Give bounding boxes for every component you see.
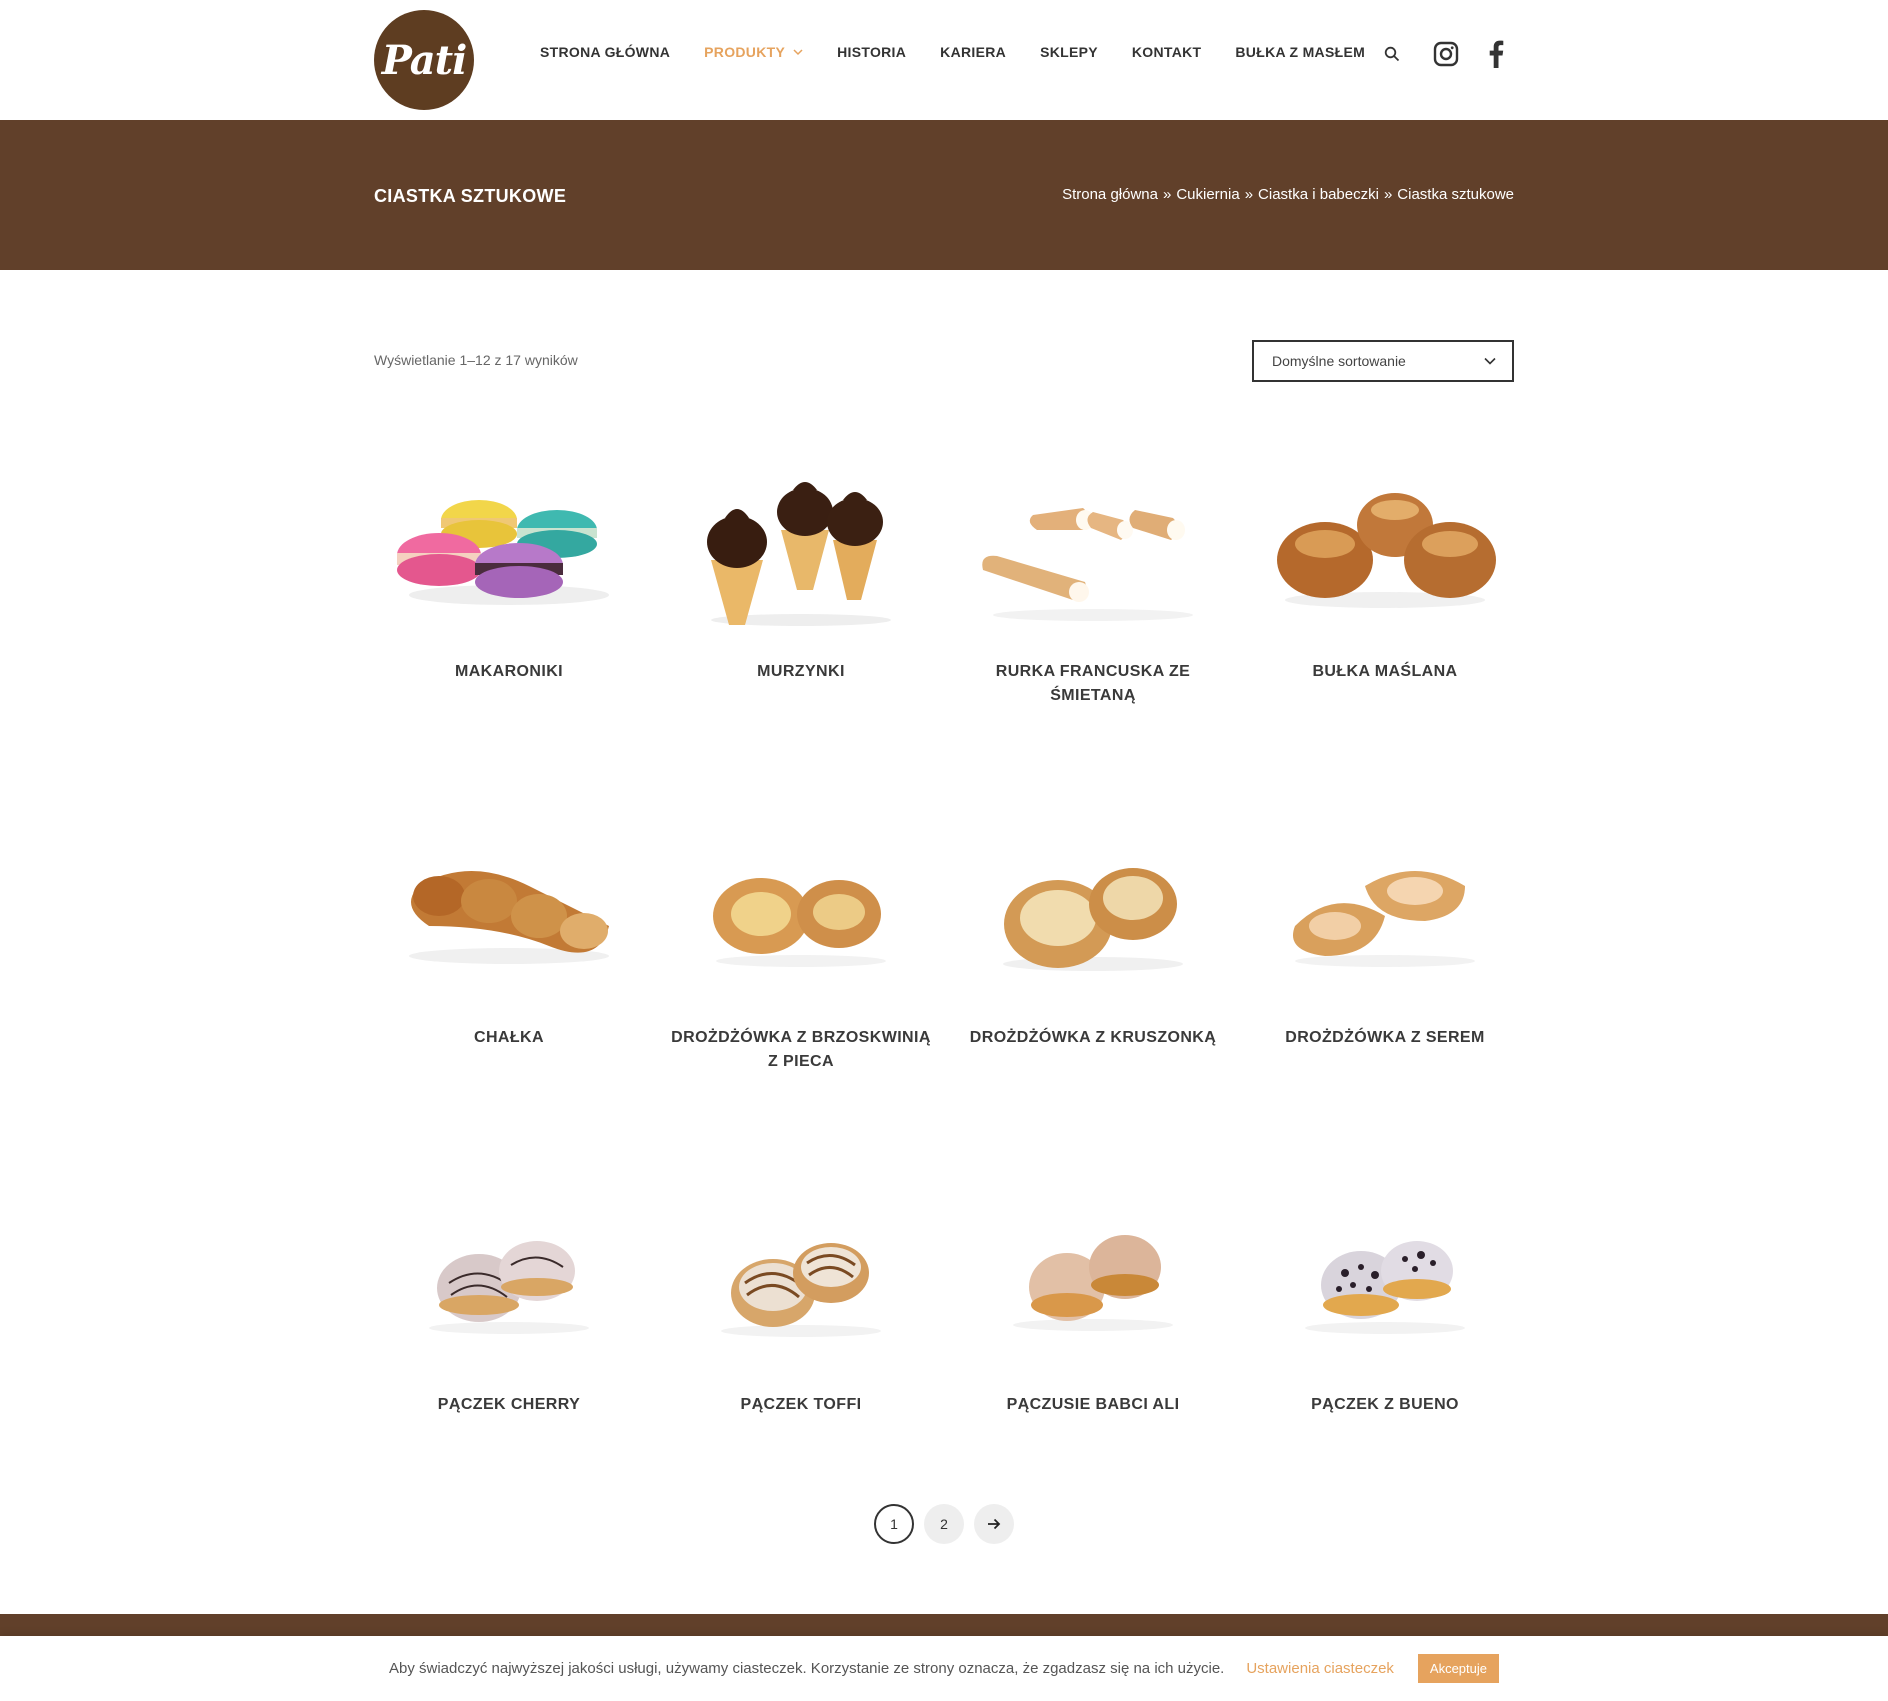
product-image[interactable] — [1250, 430, 1520, 660]
product-image[interactable] — [666, 796, 936, 1026]
product-title[interactable]: PĄCZUSIE BABCI ALI — [958, 1393, 1228, 1417]
site-logo[interactable]: Pati — [374, 10, 474, 110]
cookie-text: Aby świadczyć najwyższej jakości usługi,… — [389, 1660, 1225, 1677]
nav-item-produkty[interactable]: PRODUKTY — [704, 44, 803, 60]
product-image[interactable] — [1250, 1163, 1520, 1393]
chevron-down-icon — [1484, 357, 1496, 365]
product-card[interactable]: MURZYNKI — [666, 430, 936, 684]
nav-label: HISTORIA — [837, 44, 907, 60]
nav-item-strona-glowna[interactable]: STRONA GŁÓWNA — [540, 44, 670, 60]
instagram-icon[interactable] — [1432, 40, 1460, 68]
footer-strip — [0, 1614, 1888, 1636]
arrow-right-icon — [988, 1518, 1001, 1530]
product-image[interactable] — [958, 796, 1228, 1026]
chevron-down-icon — [793, 49, 803, 56]
product-card[interactable]: MAKARONIKI — [374, 430, 644, 684]
product-title[interactable]: MURZYNKI — [666, 660, 936, 684]
nav-label: PRODUKTY — [704, 44, 786, 60]
page-number[interactable]: 2 — [924, 1504, 964, 1544]
product-title[interactable]: MAKARONIKI — [374, 660, 644, 684]
header-icons — [1382, 40, 1506, 68]
product-title[interactable]: DROŻDŻÓWKA Z BRZOSKWINIĄ Z PIECA — [666, 1026, 936, 1074]
facebook-icon[interactable] — [1486, 40, 1506, 68]
product-image[interactable] — [374, 796, 644, 1026]
nav-item-bulka-z-maslem[interactable]: BUŁKA Z MASŁEM — [1235, 44, 1365, 60]
product-card[interactable]: CHAŁKA — [374, 796, 644, 1050]
breadcrumb-link-ciastka-i-babeczki[interactable]: Ciastka i babeczki — [1258, 186, 1379, 203]
pagination: 1 2 — [874, 1504, 1024, 1544]
product-title[interactable]: PĄCZEK Z BUENO — [1250, 1393, 1520, 1417]
cookie-accept-button[interactable]: Akceptuje — [1417, 1654, 1499, 1683]
product-title[interactable]: DROŻDŻÓWKA Z SEREM — [1250, 1026, 1520, 1050]
nav-item-historia[interactable]: HISTORIA — [837, 44, 906, 60]
product-image[interactable] — [1250, 796, 1520, 1026]
nav-item-sklepy[interactable]: SKLEPY — [1040, 44, 1098, 60]
cookie-bar: Aby świadczyć najwyższej jakości usługi,… — [0, 1636, 1888, 1701]
nav-label: KARIERA — [940, 44, 1007, 60]
product-card[interactable]: BUŁKA MAŚLANA — [1250, 430, 1520, 684]
breadcrumb-link-cukiernia[interactable]: Cukiernia — [1176, 186, 1239, 203]
product-image[interactable] — [958, 430, 1228, 660]
cookie-settings-link[interactable]: Ustawienia ciasteczek — [1246, 1660, 1394, 1677]
product-image[interactable] — [374, 430, 644, 660]
nav-label: SKLEPY — [1040, 44, 1098, 60]
page-banner: CIASTKA SZTUKOWE Strona główna » Cukiern… — [0, 120, 1888, 270]
product-image[interactable] — [374, 1163, 644, 1393]
page-number-current[interactable]: 1 — [874, 1504, 914, 1544]
product-image[interactable] — [958, 1163, 1228, 1393]
nav-label: STRONA GŁÓWNA — [540, 44, 671, 60]
result-count: Wyświetlanie 1–12 z 17 wyników — [374, 352, 578, 368]
product-card[interactable]: DROŻDŻÓWKA Z BRZOSKWINIĄ Z PIECA — [666, 796, 936, 1074]
nav-label: KONTAKT — [1131, 44, 1202, 60]
product-card[interactable]: PĄCZEK Z BUENO — [1250, 1163, 1520, 1417]
product-title[interactable]: CHAŁKA — [374, 1026, 644, 1050]
page-title: CIASTKA SZTUKOWE — [374, 186, 567, 206]
product-card[interactable]: DROŻDŻÓWKA Z SEREM — [1250, 796, 1520, 1050]
sort-selected-value: Domyślne sortowanie — [1272, 353, 1406, 369]
product-card[interactable]: PĄCZUSIE BABCI ALI — [958, 1163, 1228, 1417]
breadcrumb-link-home[interactable]: Strona główna — [1062, 186, 1158, 203]
product-card[interactable]: RURKA FRANCUSKA ZE ŚMIETANĄ — [958, 430, 1228, 708]
breadcrumb: Strona główna » Cukiernia » Ciastka i ba… — [1062, 186, 1514, 203]
nav-item-kariera[interactable]: KARIERA — [940, 44, 1006, 60]
product-title[interactable]: RURKA FRANCUSKA ZE ŚMIETANĄ — [958, 660, 1228, 708]
logo-text: Pati — [381, 36, 468, 84]
site-header: Pati STRONA GŁÓWNA PRODUKTY HISTORIA KAR… — [0, 0, 1888, 120]
product-image[interactable] — [666, 1163, 936, 1393]
product-card[interactable]: DROŻDŻÓWKA Z KRUSZONKĄ — [958, 796, 1228, 1050]
product-title[interactable]: DROŻDŻÓWKA Z KRUSZONKĄ — [958, 1026, 1228, 1050]
main-nav: STRONA GŁÓWNA PRODUKTY HISTORIA KARIERA … — [540, 44, 1399, 60]
nav-item-kontakt[interactable]: KONTAKT — [1132, 44, 1202, 60]
sort-select[interactable]: Domyślne sortowanie — [1252, 340, 1514, 382]
product-title[interactable]: PĄCZEK TOFFI — [666, 1393, 936, 1417]
breadcrumb-separator: » — [1244, 186, 1254, 203]
next-page-button[interactable] — [974, 1504, 1014, 1544]
product-card[interactable]: PĄCZEK TOFFI — [666, 1163, 936, 1417]
product-card[interactable]: PĄCZEK CHERRY — [374, 1163, 644, 1417]
product-image[interactable] — [666, 430, 936, 660]
search-icon[interactable] — [1382, 44, 1402, 64]
product-title[interactable]: PĄCZEK CHERRY — [374, 1393, 644, 1417]
product-title[interactable]: BUŁKA MAŚLANA — [1250, 660, 1520, 684]
breadcrumb-separator: » — [1383, 186, 1393, 203]
breadcrumb-current: Ciastka sztukowe — [1397, 186, 1514, 203]
breadcrumb-separator: » — [1162, 186, 1172, 203]
nav-label: BUŁKA Z MASŁEM — [1235, 44, 1366, 60]
